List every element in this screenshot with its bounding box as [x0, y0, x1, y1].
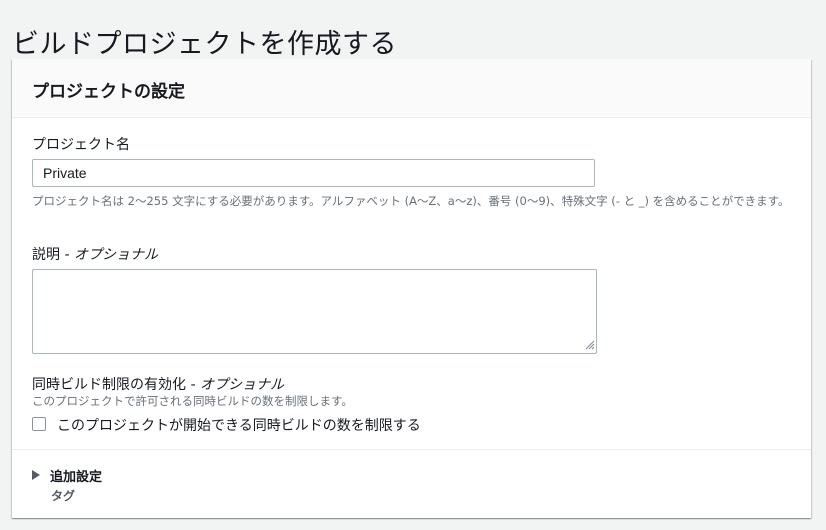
additional-settings-label: 追加設定: [50, 470, 103, 485]
concurrent-limit-checkbox-label[interactable]: このプロジェクトが開始できる同時ビルドの数を制限する: [57, 415, 421, 435]
additional-settings-sub-label: タグ: [51, 489, 76, 503]
section-divider: [12, 449, 811, 450]
project-settings-panel: プロジェクトの設定 プロジェクト名 プロジェクト名は 2〜255 文字にする必要…: [12, 59, 811, 518]
description-optional-suffix: - オプショナル: [60, 247, 158, 263]
concurrent-limit-checkbox[interactable]: [32, 417, 46, 431]
concurrent-limit-label: 同時ビルド制限の有効化 - オプショナル: [32, 374, 284, 394]
additional-settings-expander[interactable]: 追加設定: [32, 465, 103, 485]
panel-title: プロジェクトの設定: [32, 82, 185, 102]
project-name-hint: プロジェクト名は 2〜255 文字にする必要があります。アルファベット (A〜Z…: [32, 194, 790, 208]
caret-right-icon: [32, 469, 40, 480]
description-textarea[interactable]: [32, 269, 597, 354]
concurrent-limit-optional-suffix: - オプショナル: [186, 377, 284, 393]
panel-header: プロジェクトの設定: [12, 59, 811, 118]
resize-grip-icon[interactable]: [585, 340, 595, 350]
description-label: 説明 - オプショナル: [32, 244, 158, 264]
project-name-input[interactable]: [32, 159, 595, 187]
concurrent-limit-hint: このプロジェクトで許可される同時ビルドの数を制限します。: [32, 394, 353, 408]
page-title: ビルドプロジェクトを作成する: [12, 29, 397, 61]
description-label-text: 説明: [32, 247, 60, 263]
concurrent-limit-label-text: 同時ビルド制限の有効化: [32, 377, 186, 393]
project-name-label: プロジェクト名: [32, 137, 130, 153]
